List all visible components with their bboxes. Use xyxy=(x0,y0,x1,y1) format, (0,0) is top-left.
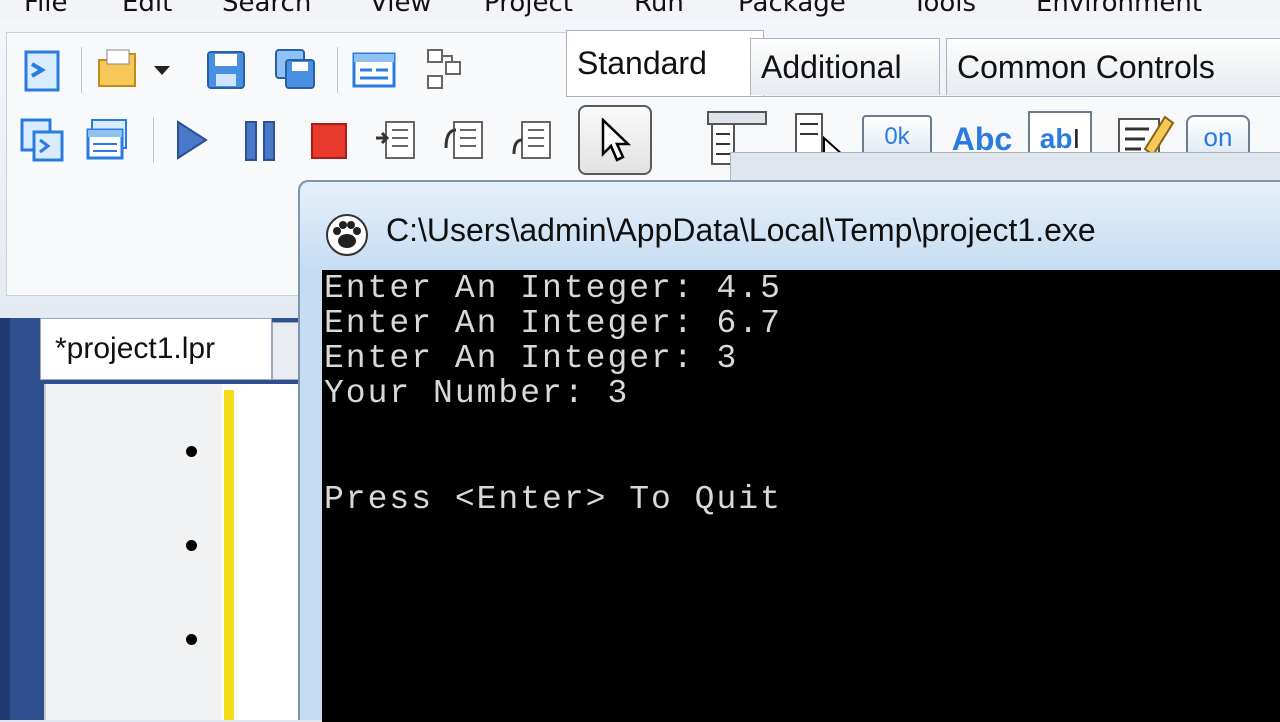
editor-tab-next[interactable] xyxy=(272,322,300,380)
pointer-arrow-icon xyxy=(601,118,632,162)
pause-icon xyxy=(245,121,275,161)
toolbar-separator xyxy=(81,47,82,93)
toolbar-separator xyxy=(153,117,154,163)
left-window-edge xyxy=(0,318,10,720)
step-out-button[interactable] xyxy=(505,113,559,167)
source-editor-body[interactable] xyxy=(44,384,302,720)
menu-view[interactable]: View xyxy=(370,0,432,20)
open-recent-dropdown[interactable] xyxy=(147,43,177,97)
console-titlebar[interactable]: C:\Users\admin\AppData\Local\Temp\projec… xyxy=(300,182,1280,272)
text-cursor-icon: I xyxy=(1072,123,1081,154)
editor-gutter[interactable] xyxy=(46,384,222,720)
background-window-edge xyxy=(730,152,1280,182)
console-line: Press <Enter> To Quit xyxy=(324,481,782,518)
lazarus-paw-icon xyxy=(326,214,368,256)
menu-project[interactable]: Project xyxy=(484,0,573,20)
tab-common-controls[interactable]: Common Controls xyxy=(946,38,1280,95)
step-into-icon xyxy=(376,121,415,159)
stop-button[interactable] xyxy=(301,113,355,167)
console-line: Enter An Integer: 4.5 xyxy=(324,270,782,307)
step-out-icon xyxy=(512,121,551,159)
new-form-icon xyxy=(20,118,64,162)
form-window-icon xyxy=(352,52,396,88)
gutter-line-dot xyxy=(186,540,197,551)
open-button[interactable] xyxy=(93,43,147,97)
new-unit-button[interactable] xyxy=(15,43,69,97)
gutter-line-dot xyxy=(186,446,197,457)
stop-icon xyxy=(311,123,347,159)
pause-button[interactable] xyxy=(233,113,287,167)
button-ok-label: 0k xyxy=(884,123,910,150)
editor-tab-project1[interactable]: *project1.lpr xyxy=(40,318,272,380)
console-line: Your Number: 3 xyxy=(324,375,630,412)
toggle-on-label: on xyxy=(1203,121,1233,152)
component-palette-tabs: Standard Additional Common Controls xyxy=(566,30,1280,97)
tab-additional[interactable]: Additional xyxy=(750,38,940,95)
units-forms-icon xyxy=(427,49,461,89)
menu-search[interactable]: Search xyxy=(222,0,311,20)
save-button[interactable] xyxy=(199,43,253,97)
toolbar-separator xyxy=(337,47,338,93)
step-over-button[interactable] xyxy=(437,113,491,167)
console-line: Enter An Integer: 3 xyxy=(324,340,739,377)
run-button[interactable] xyxy=(163,113,217,167)
menu-package[interactable]: Package xyxy=(738,0,846,20)
console-line: Enter An Integer: 6.7 xyxy=(324,305,782,342)
folder-open-icon xyxy=(98,49,136,87)
step-over-icon xyxy=(444,121,483,159)
source-editor-window: *project1.lpr xyxy=(0,318,302,720)
console-window[interactable]: C:\Users\admin\AppData\Local\Temp\projec… xyxy=(298,180,1280,722)
view-units-button[interactable] xyxy=(81,113,135,167)
menu-environment[interactable]: Environment xyxy=(1036,0,1202,20)
menu-tools[interactable]: Tools xyxy=(912,0,976,20)
save-all-button[interactable] xyxy=(269,43,323,97)
chevron-down-icon xyxy=(154,66,170,75)
console-title: C:\Users\admin\AppData\Local\Temp\projec… xyxy=(386,212,1096,248)
new-form-button[interactable] xyxy=(15,113,69,167)
window-list-icon xyxy=(86,119,127,160)
step-into-button[interactable] xyxy=(369,113,423,167)
view-forms-button[interactable] xyxy=(417,43,471,97)
menu-file[interactable]: File xyxy=(24,0,68,20)
console-output[interactable]: Enter An Integer: 4.5 Enter An Integer: … xyxy=(322,270,1280,722)
modified-lines-marker xyxy=(224,390,234,720)
new-unit-icon xyxy=(24,50,60,92)
gutter-line-dot xyxy=(186,634,197,645)
edit-ab-text: ab xyxy=(1039,123,1073,154)
play-icon xyxy=(177,120,208,160)
menu-edit[interactable]: Edit xyxy=(122,0,172,20)
tab-standard[interactable]: Standard xyxy=(566,30,764,97)
menu-run[interactable]: Run xyxy=(634,0,684,20)
save-all-icon xyxy=(275,49,315,89)
menu-bar: File Edit Search View Project Run Packag… xyxy=(0,0,1280,20)
selection-tool-button[interactable] xyxy=(578,105,652,175)
toggle-form-unit-button[interactable] xyxy=(347,43,401,97)
save-icon xyxy=(207,51,245,89)
